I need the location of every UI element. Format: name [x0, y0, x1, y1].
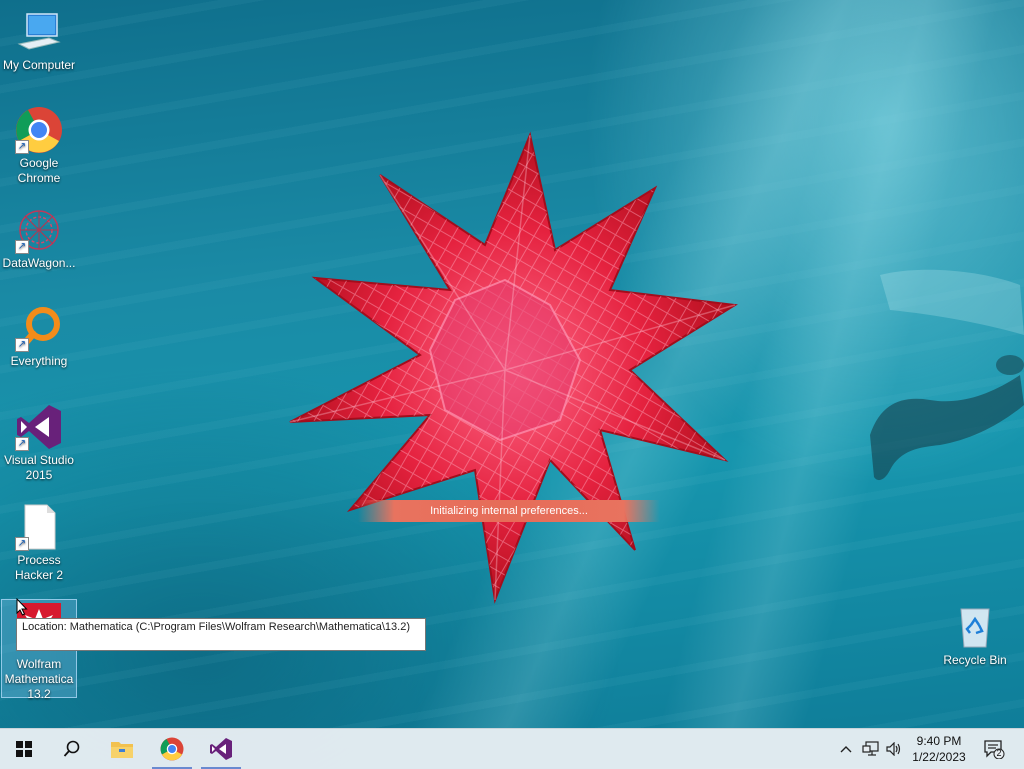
notification-count-badge: 2: [996, 748, 1002, 758]
process-hacker-icon: ↗: [15, 503, 63, 551]
start-icon: [16, 741, 32, 757]
desktop-icon-visual-studio[interactable]: ↗ Visual Studio 2015: [0, 403, 78, 483]
desktop-icon-recycle-bin[interactable]: Recycle Bin: [936, 603, 1014, 668]
splash-status-text: Initializing internal preferences...: [430, 505, 588, 517]
chrome-icon: ↗: [15, 106, 63, 154]
wallpaper-swimmer: [870, 269, 1024, 481]
desktop-icon-label: Google Chrome: [17, 156, 61, 185]
location-tooltip: Location: Mathematica (C:\Program Files\…: [16, 618, 426, 651]
splash-status-bar: Initializing internal preferences...: [358, 500, 660, 522]
clock-time: 9:40 PM: [916, 734, 962, 748]
shortcut-arrow-icon: ↗: [15, 338, 29, 352]
shortcut-arrow-icon: ↗: [15, 437, 29, 451]
taskbar-clock[interactable]: 9:40 PM 1/22/2023: [900, 733, 978, 765]
file-explorer-icon: [111, 742, 133, 758]
chevron-up-icon: [840, 746, 852, 753]
desktop-icon-everything[interactable]: ↗ Everything: [0, 304, 78, 369]
file-explorer-button[interactable]: [98, 729, 146, 769]
desktop-icon-my-computer[interactable]: My Computer: [0, 8, 78, 73]
network-icon: [862, 741, 879, 756]
chrome-icon: [160, 737, 184, 761]
show-hidden-icons-button[interactable]: [836, 729, 856, 769]
chrome-taskbar-button[interactable]: [148, 729, 196, 769]
shortcut-arrow-icon: ↗: [15, 140, 29, 154]
mathematica-splash-logo: [289, 131, 738, 604]
my-computer-icon: [15, 8, 63, 56]
taskbar: 9:40 PM 1/22/2023 2: [0, 728, 1024, 769]
visual-studio-icon: [210, 738, 232, 760]
visual-studio-icon: ↗: [15, 403, 63, 451]
shortcut-arrow-icon: ↗: [15, 537, 29, 551]
desktop-icon-label: My Computer: [2, 58, 76, 72]
start-button[interactable]: [0, 729, 48, 769]
network-button[interactable]: [860, 729, 882, 769]
datawagon-icon: ↗: [15, 206, 63, 254]
mouse-cursor-icon: [16, 598, 28, 616]
search-icon: [63, 740, 80, 757]
desktop-icon-label: Recycle Bin: [943, 653, 1007, 667]
desktop-icon-chrome[interactable]: ↗ Google Chrome: [0, 106, 78, 186]
shortcut-arrow-icon: ↗: [15, 240, 29, 254]
desktop-icon-process-hacker[interactable]: ↗ Process Hacker 2: [0, 503, 78, 583]
clock-date: 1/22/2023: [912, 750, 966, 764]
action-center-button[interactable]: 2: [980, 729, 1008, 769]
desktop-icon-label: DataWagon...: [2, 256, 76, 270]
desktop-icon-label: Process Hacker 2: [14, 553, 64, 582]
visual-studio-taskbar-button[interactable]: [197, 729, 245, 769]
desktop-icon-datawagon[interactable]: ↗ DataWagon...: [0, 206, 78, 271]
search-button[interactable]: [48, 729, 96, 769]
everything-icon: ↗: [15, 304, 63, 352]
recycle-bin-icon: [951, 603, 999, 651]
desktop-icon-label: Visual Studio 2015: [4, 453, 74, 482]
desktop-icon-label: Wolfram Mathematica 13.2: [4, 657, 74, 701]
desktop-icon-label: Everything: [10, 354, 68, 368]
